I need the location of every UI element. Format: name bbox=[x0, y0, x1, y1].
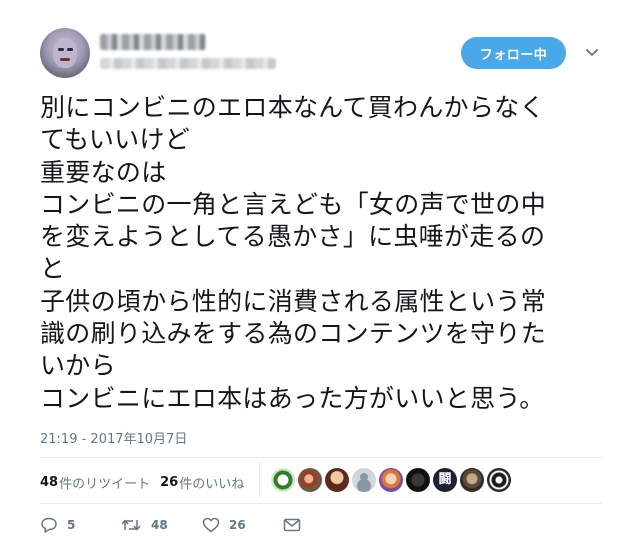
like-count: 26 bbox=[229, 518, 246, 532]
screen-name[interactable] bbox=[100, 58, 276, 69]
likes-label: 件のいいね bbox=[179, 476, 245, 492]
like-button[interactable]: 26 bbox=[202, 517, 246, 533]
liker-avatar-6[interactable] bbox=[406, 468, 430, 492]
tweet-header: フォロー中 bbox=[40, 28, 610, 80]
avatar-mouth bbox=[60, 58, 70, 61]
avatar-eye-right bbox=[67, 48, 73, 51]
avatar-eye-left bbox=[58, 48, 64, 51]
chevron-down-icon[interactable] bbox=[582, 42, 602, 62]
liker-avatar-5[interactable] bbox=[379, 468, 403, 492]
tweet-stats: 48 件のリツイート 26 件のいいね bbox=[40, 468, 254, 496]
liker-avatar-2[interactable] bbox=[298, 468, 322, 492]
likes-stat[interactable]: 26 件のいいね bbox=[160, 473, 244, 492]
reply-icon bbox=[40, 517, 58, 533]
stats-separator bbox=[259, 462, 260, 498]
retweet-icon bbox=[120, 517, 142, 533]
liker-avatar-1[interactable] bbox=[271, 468, 295, 492]
retweets-label: 件のリツイート bbox=[59, 476, 151, 492]
liker-avatar-4[interactable] bbox=[352, 468, 376, 492]
avatar-face bbox=[53, 38, 77, 68]
user-avatar[interactable] bbox=[40, 28, 90, 78]
following-button[interactable]: フォロー中 bbox=[461, 37, 566, 69]
retweet-count: 48 bbox=[151, 518, 168, 532]
divider-bottom bbox=[40, 503, 602, 504]
tweet-timestamp[interactable]: 21:19 - 2017年10月7日 bbox=[40, 428, 187, 447]
direct-message-button[interactable] bbox=[283, 517, 301, 533]
reply-button[interactable]: 5 bbox=[40, 517, 75, 533]
liker-avatar-3[interactable] bbox=[325, 468, 349, 492]
retweets-stat[interactable]: 48 件のリツイート bbox=[40, 473, 150, 492]
liker-avatars: 闘 bbox=[271, 468, 511, 492]
divider-top bbox=[40, 457, 602, 458]
liker-avatar-9[interactable] bbox=[487, 468, 511, 492]
user-names bbox=[100, 34, 276, 69]
likes-count: 26 bbox=[160, 474, 179, 490]
envelope-icon bbox=[283, 517, 301, 533]
display-name[interactable] bbox=[100, 34, 206, 50]
tweet-text: 別にコンビニのエロ本なんて買わんからなく てもいいけど 重要なのは コンビニの一… bbox=[40, 93, 547, 413]
liker-avatar-7[interactable]: 闘 bbox=[433, 468, 457, 492]
reply-count: 5 bbox=[67, 518, 76, 532]
liker-avatar-8[interactable] bbox=[460, 468, 484, 492]
heart-icon bbox=[202, 517, 220, 533]
tweet-card: フォロー中 別にコンビニのエロ本なんて買わんからなく てもいいけど 重要なのは … bbox=[0, 0, 640, 550]
retweets-count: 48 bbox=[40, 474, 59, 490]
retweet-button[interactable]: 48 bbox=[120, 517, 168, 533]
